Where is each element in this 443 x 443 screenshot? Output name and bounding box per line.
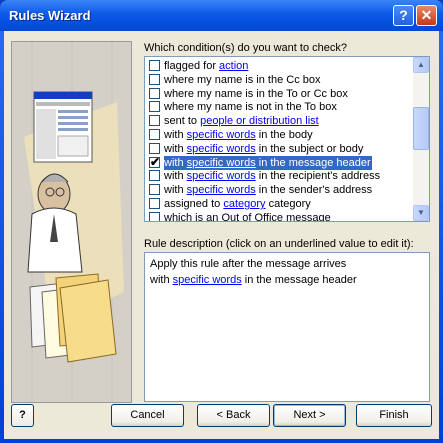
condition-checkbox[interactable]: ✔ (149, 154, 161, 169)
condition-item[interactable]: with specific words in the body (146, 128, 414, 142)
condition-label: sent to people or distribution list (164, 114, 319, 128)
specific-words-link[interactable]: specific words (173, 274, 242, 286)
condition-item[interactable]: which is an Out of Office message (146, 211, 414, 222)
condition-text: which is an Out of Office message (164, 211, 331, 222)
condition-checkbox[interactable] (149, 60, 160, 71)
condition-link[interactable]: specific words (187, 157, 256, 169)
scroll-thumb[interactable] (413, 107, 429, 150)
condition-item[interactable]: where my name is in the Cc box (146, 73, 414, 87)
title-help-button[interactable]: ? (393, 5, 414, 26)
window-title: Rules Wizard (9, 8, 91, 23)
conditions-list[interactable]: flagged for action where my name is in th… (144, 56, 430, 222)
condition-label: flagged for action (164, 59, 248, 73)
finish-button[interactable]: Finish (356, 404, 432, 427)
checkmark-icon: ✔ (150, 154, 161, 169)
condition-label: with specific words in the body (164, 128, 313, 142)
condition-checkbox[interactable] (149, 73, 160, 85)
condition-link[interactable]: specific words (187, 184, 256, 196)
chevron-down-icon: ▼ (417, 208, 425, 217)
close-icon: ✕ (420, 7, 433, 23)
chevron-up-icon: ▲ (417, 60, 425, 69)
wizard-illustration (11, 41, 132, 403)
condition-checkbox[interactable] (149, 184, 160, 196)
help-button[interactable]: ? (11, 404, 34, 427)
condition-item[interactable]: where my name is in the To or Cc box (146, 87, 414, 101)
condition-label: which is an Out of Office message (164, 211, 331, 222)
condition-text: flagged for (164, 60, 220, 72)
help-icon: ? (19, 409, 26, 421)
condition-link[interactable]: people or distribution list (200, 115, 319, 127)
next-button[interactable]: Next > (273, 404, 346, 427)
rule-description-box: Apply this rule after the message arrive… (144, 252, 430, 402)
condition-label: with specific words in the message heade… (164, 155, 372, 170)
dialog-body: Which condition(s) do you want to check?… (4, 31, 439, 439)
help-icon: ? (399, 7, 408, 23)
description-line-1: Apply this rule after the message arrive… (150, 258, 347, 270)
condition-item[interactable]: with specific words in the sender's addr… (146, 183, 414, 197)
condition-text-suffix: in the body (255, 129, 313, 141)
description-heading: Rule description (click on an underlined… (144, 238, 414, 250)
condition-link[interactable]: specific words (187, 143, 256, 155)
condition-label: where my name is in the Cc box (164, 73, 321, 87)
description-line-2-prefix: with (150, 274, 173, 286)
scroll-down-button[interactable]: ▼ (413, 205, 429, 221)
condition-text: assigned to (164, 198, 224, 210)
condition-item[interactable]: flagged for action (146, 59, 414, 73)
condition-label: where my name is in the To or Cc box (164, 87, 348, 101)
condition-checkbox[interactable] (149, 142, 160, 154)
condition-label: with specific words in the sender's addr… (164, 183, 372, 197)
condition-checkbox[interactable] (149, 211, 160, 221)
condition-checkbox[interactable] (149, 87, 160, 99)
condition-checkbox[interactable] (149, 198, 160, 209)
conditions-heading: Which condition(s) do you want to check? (144, 42, 347, 54)
condition-checkbox[interactable] (149, 115, 160, 127)
description-line-2: with specific words in the message heade… (150, 274, 357, 286)
condition-link[interactable]: action (219, 60, 248, 72)
condition-checkbox[interactable] (149, 129, 160, 140)
condition-text-suffix: in the subject or body (255, 142, 364, 155)
cancel-button[interactable]: Cancel (111, 404, 184, 427)
scroll-up-button[interactable]: ▲ (413, 57, 429, 73)
conditions-scrollbar[interactable]: ▲ ▼ (413, 57, 429, 221)
condition-checkbox[interactable] (149, 101, 160, 113)
condition-label: with specific words in the subject or bo… (164, 142, 363, 156)
condition-checkbox[interactable] (149, 170, 160, 182)
condition-item[interactable]: ✔ with specific words in the message head… (146, 154, 414, 170)
back-button[interactable]: < Back (197, 404, 270, 427)
condition-label: assigned to category category (164, 197, 311, 211)
condition-item[interactable]: sent to people or distribution list (146, 114, 414, 128)
condition-text: where my name is in the To or Cc box (164, 87, 348, 100)
rules-wizard-window: Rules Wizard ? ✕ Which condition(s) do y… (0, 0, 443, 443)
condition-item[interactable]: with specific words in the subject or bo… (146, 142, 414, 156)
condition-text: with (164, 142, 187, 155)
condition-item[interactable]: assigned to category category (146, 197, 414, 211)
title-close-button[interactable]: ✕ (416, 5, 437, 26)
condition-item[interactable]: with specific words in the recipient's a… (146, 169, 414, 183)
condition-text-suffix: in the message header (255, 156, 371, 169)
wizard-illustration-art (12, 42, 131, 402)
condition-label: where my name is not in the To box (164, 100, 337, 114)
condition-text: where my name is in the Cc box (164, 73, 321, 86)
description-line-2-suffix: in the message header (241, 274, 357, 286)
condition-text: with (164, 170, 187, 183)
condition-text-suffix: in the recipient's address (255, 170, 381, 183)
condition-item[interactable]: where my name is not in the To box (146, 100, 414, 114)
condition-link[interactable]: specific words (187, 129, 256, 141)
title-bar[interactable]: Rules Wizard ? ✕ (0, 0, 443, 31)
condition-text: where my name is not in the To box (164, 101, 337, 114)
condition-text: with (164, 156, 187, 169)
condition-text: with (164, 129, 187, 141)
condition-link[interactable]: category (223, 198, 265, 210)
condition-text-suffix: in the sender's address (255, 184, 373, 197)
condition-text-suffix: category (265, 198, 311, 210)
condition-text: with (164, 184, 187, 197)
condition-text: sent to (164, 115, 201, 128)
condition-label: with specific words in the recipient's a… (164, 169, 380, 183)
condition-link[interactable]: specific words (187, 170, 256, 182)
